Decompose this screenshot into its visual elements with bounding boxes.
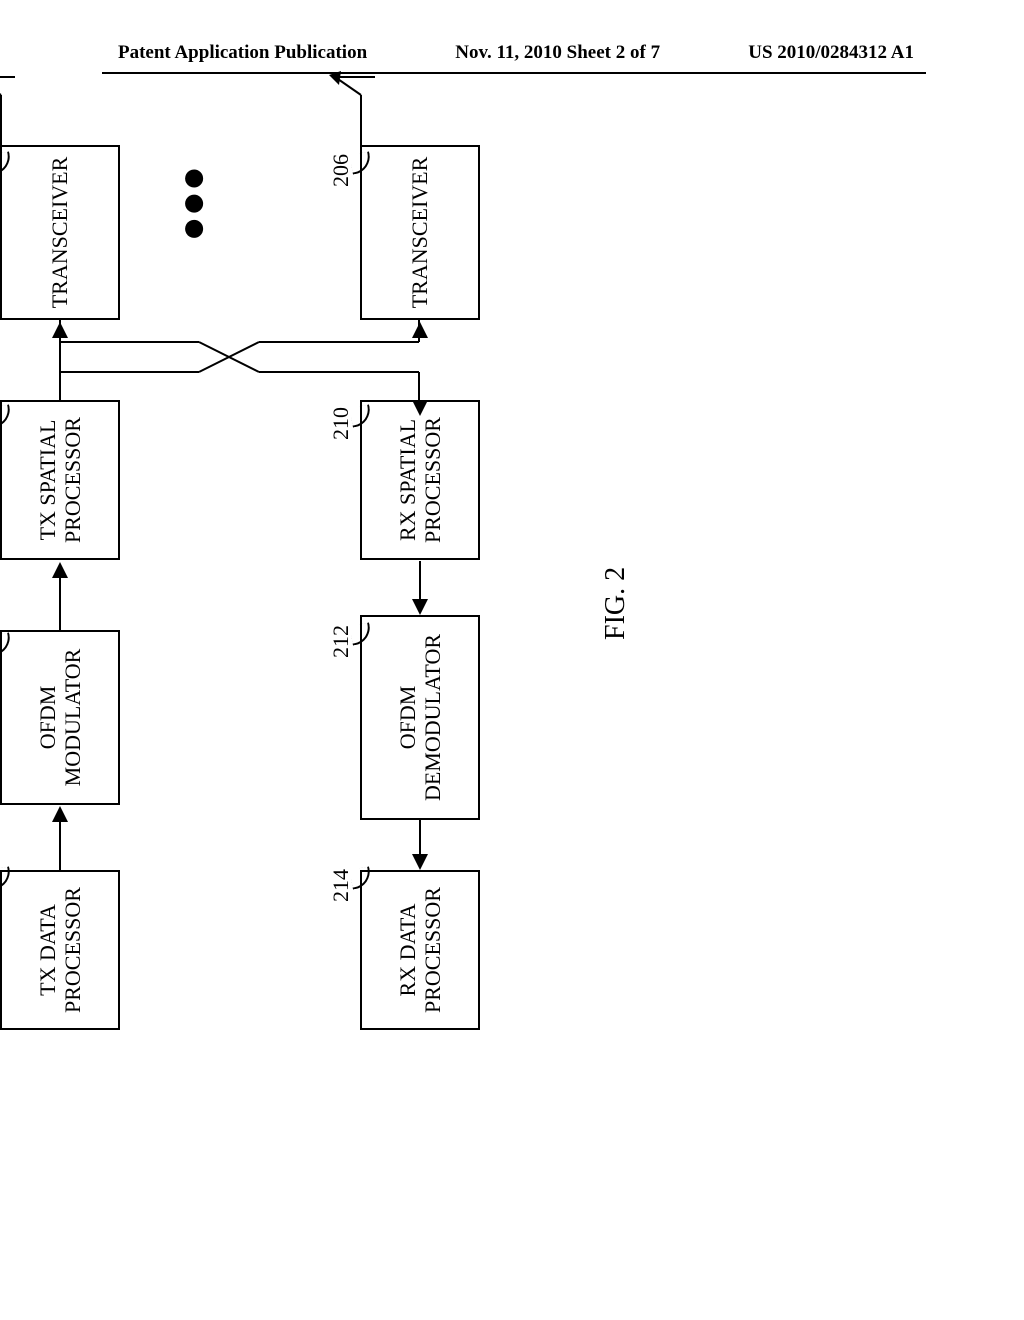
block-tx-data-processor: TX DATA PROCESSOR: [0, 870, 120, 1030]
connector-line: [59, 576, 61, 630]
arrowhead-icon: [52, 322, 68, 338]
block-line: DEMODULATOR: [420, 634, 445, 801]
block-line: TRANSCEIVER: [47, 157, 72, 309]
block-line: TRANSCEIVER: [407, 157, 432, 309]
page-header: Patent Application Publication Nov. 11, …: [0, 42, 1024, 64]
block-line: PROCESSOR: [60, 417, 85, 543]
leader-line-icon: [342, 870, 360, 888]
block-line: MODULATOR: [60, 649, 85, 787]
figure-diagram: WIRELESS NODE 200 TX DATA PROCESSOR 202 …: [0, 360, 1020, 980]
leader-line-icon: [342, 408, 360, 426]
header-right: US 2010/0284312 A1: [748, 42, 914, 64]
leader-line-icon: [342, 155, 360, 173]
block-line: RX SPATIAL: [395, 419, 420, 541]
figure-caption: FIG. 2: [600, 567, 632, 640]
arrowhead-icon: [52, 562, 68, 578]
connector-line: [59, 336, 61, 400]
cross-connectors: [59, 320, 421, 400]
arrowhead-icon: [412, 322, 428, 338]
connector-line: [419, 561, 421, 599]
leader-line-icon: [342, 626, 360, 644]
block-line: OFDM: [35, 686, 60, 750]
block-line: OFDM: [395, 686, 420, 750]
antenna-icon: [325, 65, 375, 145]
block-ofdm-demodulator: OFDM DEMODULATOR: [360, 615, 480, 820]
block-transceiver-top: TRANSCEIVER: [0, 145, 120, 320]
block-line: PROCESSOR: [420, 417, 445, 543]
block-line: RX DATA: [395, 904, 420, 997]
arrowhead-icon: [412, 854, 428, 870]
block-line: TX SPATIAL: [35, 420, 60, 541]
connector-line: [419, 818, 421, 854]
block-line: PROCESSOR: [60, 887, 85, 1013]
block-transceiver-bottom: TRANSCEIVER: [360, 145, 480, 320]
arrowhead-icon: [412, 400, 428, 416]
block-line: TX DATA: [35, 904, 60, 996]
antenna-icon: [0, 65, 15, 145]
block-tx-spatial-processor: TX SPATIAL PROCESSOR: [0, 400, 120, 560]
block-ofdm-modulator: OFDM MODULATOR: [0, 630, 120, 805]
header-left: Patent Application Publication: [118, 42, 367, 64]
block-rx-spatial-processor: RX SPATIAL PROCESSOR: [360, 400, 480, 560]
header-rule: [102, 72, 926, 74]
arrowhead-icon: [52, 806, 68, 822]
header-center: Nov. 11, 2010 Sheet 2 of 7: [455, 42, 660, 64]
connector-line: [59, 820, 61, 870]
ellipsis-icon: ● ● ●: [170, 166, 230, 242]
block-line: PROCESSOR: [420, 887, 445, 1013]
block-rx-data-processor: RX DATA PROCESSOR: [360, 870, 480, 1030]
arrowhead-icon: [412, 599, 428, 615]
